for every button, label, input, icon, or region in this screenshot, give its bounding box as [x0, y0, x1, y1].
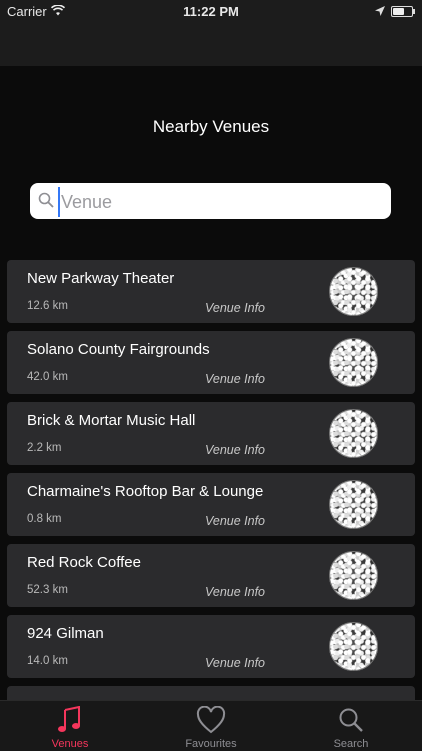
venue-distance: 0.8 km [27, 513, 62, 525]
venue-distance: 42.0 km [27, 371, 68, 383]
venue-info-link[interactable]: Venue Info [205, 585, 265, 599]
music-note-icon [57, 705, 83, 739]
venue-info-link[interactable]: Venue Info [205, 372, 265, 386]
heart-icon [196, 705, 226, 739]
page-title: Nearby Venues [152, 117, 270, 136]
venue-thumbnail [329, 267, 378, 316]
venue-name: Red Rock Coffee [27, 554, 141, 571]
tab-favourites[interactable]: Favourites [141, 701, 281, 751]
search-input[interactable] [58, 187, 383, 217]
venue-thumbnail [329, 551, 378, 600]
venue-info-link[interactable]: Venue Info [205, 514, 265, 528]
tab-label: Venues [51, 738, 89, 750]
tab-venues[interactable]: Venues [0, 701, 140, 751]
location-arrow-icon [375, 4, 385, 19]
status-bar: Carrier 11:22 PM [0, 0, 422, 22]
tab-search[interactable]: Search [281, 701, 421, 751]
venue-distance: 52.3 km [27, 584, 68, 596]
venue-name: Brick & Mortar Music Hall [27, 412, 196, 429]
navigation-bar [0, 22, 422, 66]
venue-card[interactable]: New Parkway Theater 12.6 km Venue Info [7, 260, 415, 323]
venue-card[interactable]: Red Rock Coffee 52.3 km Venue Info [7, 544, 415, 607]
venue-card[interactable]: Brick & Mortar Music Hall 2.2 km Venue I… [7, 402, 415, 465]
venue-distance: 14.0 km [27, 655, 68, 667]
tab-label: Favourites [185, 738, 237, 750]
venue-info-link[interactable]: Venue Info [205, 443, 265, 457]
search-icon [38, 192, 54, 213]
venue-thumbnail [329, 480, 378, 529]
venue-info-link[interactable]: Venue Info [205, 656, 265, 670]
tab-label: Search [333, 738, 369, 750]
venue-name: 924 Gilman [27, 625, 104, 642]
venue-thumbnail [329, 338, 378, 387]
venue-name: New Parkway Theater [27, 270, 175, 287]
venue-card[interactable]: Charmaine's Rooftop Bar & Lounge 0.8 km … [7, 473, 415, 536]
search-icon [338, 706, 364, 739]
venue-name: Charmaine's Rooftop Bar & Lounge [27, 483, 264, 500]
venue-thumbnail [329, 409, 378, 458]
venue-thumbnail [329, 622, 378, 671]
venue-distance: 12.6 km [27, 300, 68, 312]
venue-card[interactable]: 924 Gilman 14.0 km Venue Info [7, 615, 415, 678]
venue-info-link[interactable]: Venue Info [205, 301, 265, 315]
search-bar[interactable] [30, 183, 391, 219]
tab-bar: Venues Favourites Search [0, 700, 422, 751]
clock: 11:22 PM [183, 4, 239, 19]
venue-name: Solano County Fairgrounds [27, 341, 210, 358]
venue-distance: 2.2 km [27, 442, 62, 454]
venue-card[interactable]: Solano County Fairgrounds 42.0 km Venue … [7, 331, 415, 394]
battery-icon [391, 6, 415, 17]
